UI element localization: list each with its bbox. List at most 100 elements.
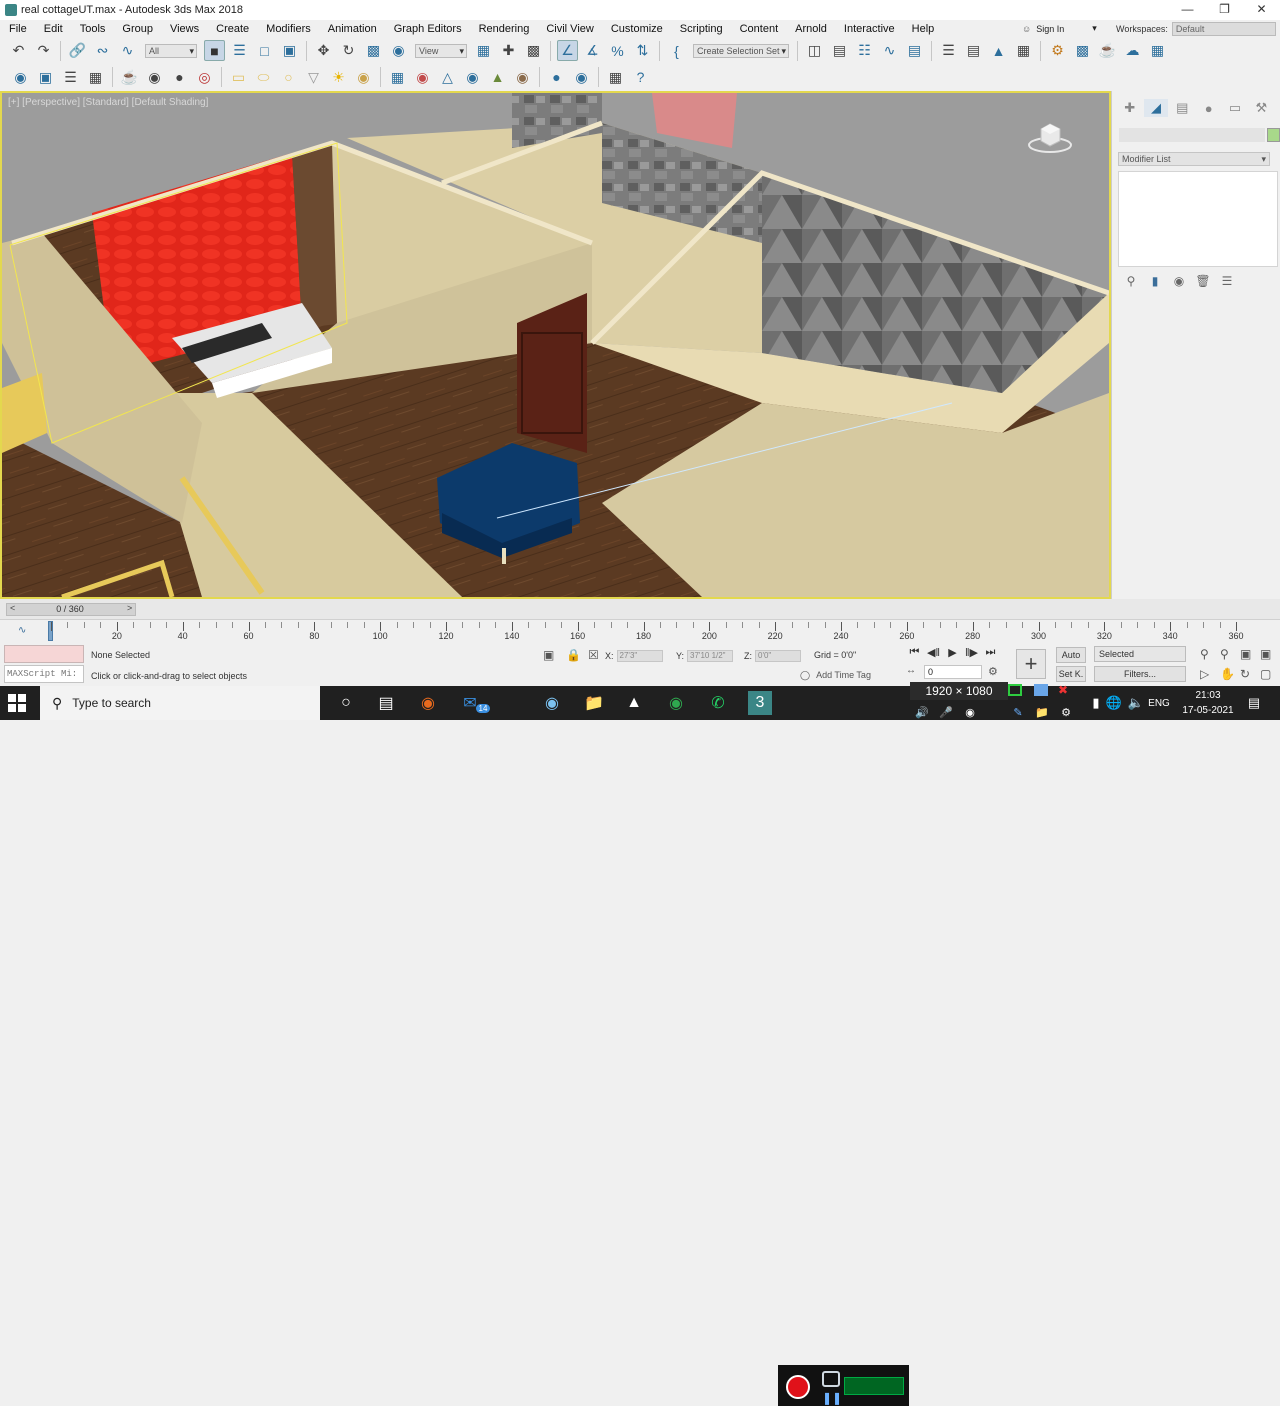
track-bar[interactable]: ∿ 20 40 60 80 100 120 140 160 180 200 220 240 260 280… <box>0 619 1280 643</box>
menu-file[interactable]: File <box>0 23 35 35</box>
ribbon-toggle-icon[interactable]: ▤ <box>963 40 984 61</box>
x-field[interactable]: 27'3" <box>616 650 663 662</box>
auto-key-button[interactable]: Auto <box>1056 647 1086 663</box>
schematic-view-icon[interactable]: ▤ <box>904 40 925 61</box>
motion-tab-icon[interactable]: ● <box>1197 99 1220 117</box>
mini-curve-editor-icon[interactable]: ∿ <box>18 625 26 636</box>
menu-modifiers[interactable]: Modifiers <box>257 23 319 35</box>
maxscript-listener[interactable]: MAXScript Mi: <box>4 645 84 683</box>
pin-stack-icon[interactable]: ⚲ <box>1122 274 1140 290</box>
windows-start-icon[interactable] <box>8 694 26 712</box>
key-mode-icon[interactable]: ↔ <box>906 665 916 676</box>
recorder-minimize-icon[interactable] <box>1034 684 1048 696</box>
next-frame-icon[interactable]: ‖▶ <box>962 646 981 662</box>
rotate-icon[interactable]: ↻ <box>338 40 359 61</box>
previous-frame-icon[interactable]: ◀‖ <box>924 646 943 662</box>
sun-icon[interactable]: ☀ <box>328 67 349 88</box>
task-view-icon[interactable]: ▤ <box>374 691 398 715</box>
sphere-icon[interactable]: ● <box>169 67 190 88</box>
menu-scripting[interactable]: Scripting <box>671 23 731 35</box>
z-field[interactable]: 0'0" <box>755 650 801 662</box>
menu-rendering[interactable]: Rendering <box>470 23 538 35</box>
zoom-all-icon[interactable]: ⚲ <box>1220 647 1229 661</box>
table-view-icon[interactable]: ▦ <box>85 67 106 88</box>
camera-icon[interactable]: ◉ <box>144 67 165 88</box>
network-icon[interactable]: 🌐 <box>1102 691 1126 715</box>
percent-snap-icon[interactable]: % <box>607 40 628 61</box>
viewport-layout-icon[interactable]: ◉ <box>10 67 31 88</box>
link-icon[interactable]: 🔗 <box>67 40 88 61</box>
pivot-center-icon[interactable]: ▦ <box>473 40 494 61</box>
menu-customize[interactable]: Customize <box>602 23 671 35</box>
keyboard-shortcut-icon[interactable]: ▩ <box>523 40 544 61</box>
recorder-pause-icon[interactable]: ❚❚ <box>822 1391 842 1405</box>
clock-date[interactable]: 17-05-2021 <box>1180 705 1236 716</box>
plane-primitive-icon[interactable]: ⬭ <box>253 67 274 88</box>
maximize-button[interactable]: ❐ <box>1206 0 1243 20</box>
recorder-camera-icon[interactable] <box>822 1371 840 1387</box>
webcam-icon[interactable]: ◉ <box>958 700 982 724</box>
hierarchy-tab-icon[interactable]: ▤ <box>1171 99 1194 117</box>
select-object-icon[interactable]: ■ <box>204 40 225 61</box>
curve-editor-icon[interactable]: ∿ <box>879 40 900 61</box>
orbit-icon[interactable]: ↻ <box>1240 667 1250 681</box>
y-field[interactable]: 37'10 1/2" <box>687 650 734 662</box>
zoom-icon[interactable]: ⚲ <box>1200 647 1209 661</box>
settings-icon[interactable]: ⚙ <box>1054 700 1078 724</box>
time-slider-prev[interactable]: < <box>10 603 15 613</box>
play-icon[interactable]: ▶ <box>943 646 962 662</box>
go-to-end-icon[interactable]: ⏭ <box>981 646 1000 662</box>
filters-button[interactable]: Filters... <box>1094 666 1186 682</box>
clock-time[interactable]: 21:03 <box>1180 690 1236 701</box>
show-end-result-icon[interactable]: ▮ <box>1146 274 1164 290</box>
align-icon[interactable]: ▤ <box>829 40 850 61</box>
rendered-frame-window-icon[interactable]: ⚙ <box>1047 40 1068 61</box>
time-slider-next[interactable]: > <box>127 603 132 613</box>
create-tab-icon[interactable]: ✚ <box>1118 99 1141 117</box>
current-frame-field[interactable]: 0 <box>924 665 982 679</box>
chrome-icon[interactable]: ◉ <box>664 691 688 715</box>
volume-slider-icon[interactable]: 🔊 <box>910 700 934 724</box>
time-config-icon[interactable]: ⚙ <box>988 665 998 678</box>
select-manipulate-icon[interactable]: ✚ <box>498 40 519 61</box>
object-color-swatch[interactable] <box>1267 128 1280 142</box>
absolute-mode-icon[interactable]: ☒ <box>588 648 599 662</box>
select-by-name-icon[interactable]: ☰ <box>229 40 250 61</box>
render-iterative-icon[interactable]: ☕ <box>1097 40 1118 61</box>
menu-content[interactable]: Content <box>731 23 787 35</box>
undo-icon[interactable]: ↶ <box>8 40 29 61</box>
make-unique-icon[interactable]: ◉ <box>1170 274 1188 290</box>
viewport-label[interactable]: [+] [Perspective] [Standard] [Default Sh… <box>8 97 208 108</box>
configure-modifier-sets-icon[interactable]: ☰ <box>1218 274 1236 290</box>
set-key-button[interactable]: Set K. <box>1056 666 1086 682</box>
help-icon[interactable]: ? <box>630 67 651 88</box>
menu-edit[interactable]: Edit <box>35 23 71 35</box>
notifications-icon[interactable]: ▤ <box>1242 691 1266 715</box>
menu-civil-view[interactable]: Civil View <box>537 23 601 35</box>
modifier-list-dropdown[interactable]: Modifier List <box>1118 152 1270 166</box>
3dsmax-taskbar-icon[interactable]: 3 <box>748 691 772 715</box>
game-app-icon[interactable]: ▲ <box>622 691 646 715</box>
teapot-icon[interactable]: ☕ <box>119 67 140 88</box>
window-crossing-icon[interactable]: ▣ <box>279 40 300 61</box>
utilities-tab-icon[interactable]: ⚒ <box>1250 99 1273 117</box>
selection-floater-icon[interactable]: ▣ <box>35 67 56 88</box>
material-editor-icon[interactable]: ▲ <box>988 40 1009 61</box>
field-of-view-icon[interactable]: ▷ <box>1200 667 1209 681</box>
cone-primitive-icon[interactable]: ▽ <box>303 67 324 88</box>
render-production-icon[interactable]: ▩ <box>1072 40 1093 61</box>
menu-arnold[interactable]: Arnold <box>786 23 835 35</box>
isolate-selection-icon[interactable]: ▣ <box>543 648 554 662</box>
set-key-icon[interactable]: + <box>1016 649 1046 679</box>
key-filter-dropdown[interactable]: Selected <box>1094 646 1186 662</box>
perspective-viewport[interactable]: [+] [Perspective] [Standard] [Default Sh… <box>0 91 1111 599</box>
menu-tools[interactable]: Tools <box>71 23 114 35</box>
language-indicator[interactable]: ENG <box>1146 698 1172 709</box>
speaker-icon[interactable]: 🔈 <box>1124 691 1148 715</box>
edit-named-selection-icon[interactable]: { <box>666 40 687 61</box>
cortana-icon[interactable]: ○ <box>334 691 358 715</box>
sphere-primitive-icon[interactable]: ○ <box>278 67 299 88</box>
scene-converter-icon[interactable]: ▦ <box>605 67 626 88</box>
a360-gallery-icon[interactable]: ▦ <box>1147 40 1168 61</box>
modifier-stack[interactable] <box>1118 171 1278 267</box>
